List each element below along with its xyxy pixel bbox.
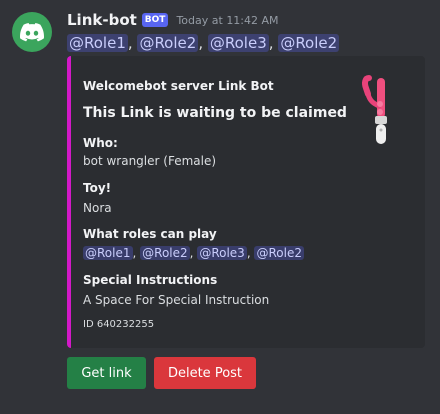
role-mention[interactable]: @Role2	[278, 34, 340, 52]
field-special-value: A Space For Special Instruction	[83, 293, 270, 307]
embed-title: This Link is waiting to be claimed	[83, 105, 347, 121]
embed-card: Welcomebot server Link Bot This Link is …	[67, 56, 425, 348]
mention-separator: ,	[132, 246, 137, 260]
mention-separator: ,	[127, 34, 133, 52]
field-who-name: Who:	[83, 136, 118, 150]
mention-separator: ,	[268, 34, 274, 52]
message-content: @Role1, @Role2, @Role3, @Role2	[67, 34, 340, 52]
bot-tag: BOT	[141, 13, 169, 27]
toy-thumbnail-icon[interactable]	[359, 74, 391, 146]
role-mention[interactable]: @Role1	[67, 34, 128, 52]
role-mention[interactable]: @Role1	[83, 246, 133, 260]
message-header: Link-bot BOT Today at 11:42 AM	[67, 11, 279, 29]
field-roles-name: What roles can play	[83, 227, 217, 241]
discord-avatar-icon[interactable]	[12, 12, 52, 52]
mention-separator: ,	[198, 34, 204, 52]
field-roles-value: @Role1, @Role2, @Role3, @Role2	[83, 246, 304, 260]
delete-post-button[interactable]: Delete Post	[154, 357, 256, 389]
bot-message: Link-bot BOT Today at 11:42 AM @Role1, @…	[0, 0, 440, 414]
mention-separator: ,	[189, 246, 194, 260]
role-mention[interactable]: @Role2	[254, 246, 304, 260]
get-link-button[interactable]: Get link	[67, 357, 146, 389]
field-toy-name: Toy!	[83, 181, 112, 195]
role-mention[interactable]: @Role3	[197, 246, 247, 260]
role-mention[interactable]: @Role2	[137, 34, 199, 52]
username[interactable]: Link-bot	[67, 11, 137, 29]
field-special-name: Special Instructions	[83, 273, 218, 287]
timestamp: Today at 11:42 AM	[176, 13, 279, 27]
field-toy-value: Nora	[83, 201, 112, 215]
embed-author: Welcomebot server Link Bot	[83, 79, 274, 93]
field-who-value: bot wrangler (Female)	[83, 154, 217, 168]
mention-separator: ,	[246, 246, 251, 260]
role-mention[interactable]: @Role3	[207, 34, 269, 52]
role-mention[interactable]: @Role2	[140, 246, 190, 260]
embed-footer: ID 640232255	[83, 319, 155, 330]
